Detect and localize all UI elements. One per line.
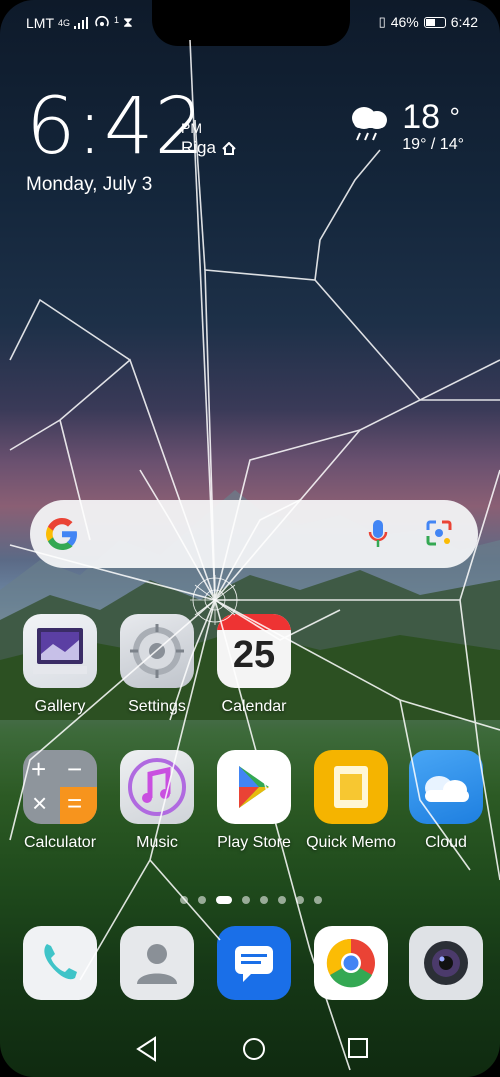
calendar-day: 25 [232, 634, 276, 676]
dock-messages[interactable] [206, 926, 302, 1000]
page-dot[interactable] [314, 896, 322, 904]
app-label: Calculator [23, 834, 97, 851]
app-quick-memo[interactable]: Quick Memo [303, 750, 399, 852]
dock-contacts[interactable] [109, 926, 205, 1000]
home-button[interactable] [243, 1038, 265, 1060]
lens-icon[interactable] [424, 518, 454, 548]
clock-ampm: PM [181, 120, 202, 136]
weather-widget[interactable]: 18 ° 19° / 14° [344, 100, 464, 154]
calculator-icon: + − × = [23, 750, 97, 824]
vibrate-icon: ▯ [378, 14, 386, 29]
hourglass-icon: ⧗ [123, 14, 133, 30]
battery-percent: 46% [390, 14, 419, 30]
clock-time: 6:42 [26, 82, 206, 172]
app-label: Calendar [221, 698, 287, 715]
page-dot[interactable] [242, 896, 250, 904]
gallery-icon [23, 614, 97, 688]
app-label: Settings [128, 698, 186, 715]
home-screen: LMT 4G 1 ⧗ ▯ 46% 6:42 6:42 PM Riga Monda… [0, 0, 500, 1077]
clock-widget[interactable]: 6:42 PM Riga Monday, July 3 [26, 82, 236, 196]
status-time: 6:42 [450, 14, 478, 30]
app-label: Quick Memo [306, 834, 396, 851]
play-store-icon [217, 750, 291, 824]
app-label: Gallery [34, 698, 86, 715]
signal-icon [74, 16, 89, 29]
back-button[interactable] [136, 1036, 156, 1062]
weather-high-low: 19° / 14° [402, 136, 464, 153]
status-bar: LMT 4G 1 ⧗ ▯ 46% 6:42 [0, 0, 500, 46]
music-note-icon [120, 750, 194, 824]
clock-date: Monday, July 3 [26, 174, 153, 195]
app-settings[interactable]: Settings [109, 614, 205, 716]
app-play-store[interactable]: Play Store [206, 750, 302, 852]
google-search-bar[interactable] [30, 500, 478, 568]
app-label: Music [136, 834, 178, 851]
battery-icon [423, 16, 446, 28]
app-calculator[interactable]: + − × = Calculator [12, 750, 108, 852]
hotspot-count: 1 [114, 14, 120, 25]
carrier-label: LMT [26, 14, 54, 31]
app-gallery[interactable]: Gallery [12, 614, 108, 716]
recents-button[interactable] [348, 1038, 368, 1058]
page-dot[interactable] [296, 896, 304, 904]
hotspot-icon [95, 15, 109, 26]
camera-icon [409, 926, 483, 1000]
weather-degree: ° [449, 102, 460, 132]
page-dot[interactable] [198, 896, 206, 904]
clock-city-row: Riga [181, 138, 236, 158]
app-calendar[interactable]: 25 Calendar [206, 614, 302, 716]
rain-cloud-icon [352, 107, 388, 141]
page-dot[interactable] [260, 896, 268, 904]
dock-chrome[interactable] [303, 926, 399, 1000]
memo-icon [314, 750, 388, 824]
cloud-icon [409, 750, 483, 824]
app-music[interactable]: Music [109, 750, 205, 852]
navigation-bar [136, 1036, 368, 1062]
messages-icon [217, 926, 291, 1000]
page-dot-active[interactable] [216, 896, 232, 904]
page-indicator [180, 896, 322, 904]
contacts-icon [120, 926, 194, 1000]
settings-gear-icon [120, 614, 194, 688]
clock-city: Riga [181, 138, 216, 157]
dock-phone[interactable] [12, 926, 108, 1000]
app-label: Cloud [425, 834, 467, 851]
network-type: 4G [58, 17, 71, 28]
chrome-icon [314, 926, 388, 1000]
mic-icon[interactable] [368, 518, 388, 550]
phone-icon [23, 926, 97, 1000]
app-label: Play Store [217, 834, 291, 851]
weather-temp-row: 18 ° [402, 100, 464, 134]
weather-temperature: 18 [402, 98, 441, 136]
camera-notch [152, 0, 350, 46]
home-icon [222, 141, 236, 155]
page-dot[interactable] [278, 896, 286, 904]
dock-camera[interactable] [398, 926, 494, 1000]
google-logo-icon [46, 518, 77, 550]
page-dot[interactable] [180, 896, 188, 904]
calendar-icon: 25 [217, 614, 291, 688]
app-cloud[interactable]: Cloud [398, 750, 494, 852]
